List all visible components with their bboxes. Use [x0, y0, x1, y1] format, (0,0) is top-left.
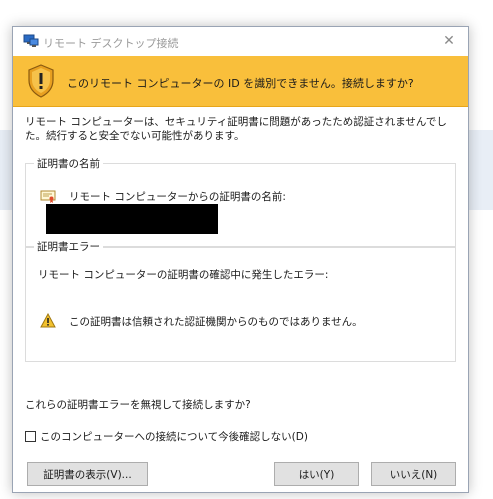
title-bar[interactable]: リモート デスクトップ接続 ✕: [13, 27, 468, 56]
certificate-error-group: 証明書エラー リモート コンピューターの証明書の確認中に発生したエラー: この証…: [25, 239, 456, 362]
dont-ask-again-label: このコンピューターへの接続について今後確認しない(D): [40, 431, 308, 443]
close-button[interactable]: ✕: [438, 31, 460, 51]
ignore-errors-question: これらの証明書エラーを無視して接続しますか?: [25, 399, 251, 411]
warning-shield-icon: [28, 64, 54, 98]
certificate-name-label: リモート コンピューターからの証明書の名前:: [69, 191, 286, 203]
view-certificate-button[interactable]: 証明書の表示(V)...: [27, 462, 148, 486]
dont-ask-again-option[interactable]: このコンピューターへの接続について今後確認しない(D): [25, 429, 308, 444]
error-message: この証明書は信頼された認証機関からのものではありません。: [69, 316, 363, 328]
intro-text: リモート コンピューターは、セキュリティ証明書に問題があったため認証されませんで…: [25, 116, 447, 142]
no-button[interactable]: いいえ(N): [371, 462, 456, 486]
warning-triangle-icon: [40, 313, 56, 328]
remote-desktop-icon: [23, 34, 39, 47]
dialog-content: リモート コンピューターは、セキュリティ証明書に問題があったため認証されませんで…: [13, 107, 468, 492]
close-icon: ✕: [443, 33, 455, 49]
banner-message: このリモート コンピューターの ID を識別できません。接続しますか?: [67, 77, 414, 90]
certificate-name-value-redacted: [46, 204, 218, 234]
rdp-security-dialog: リモート デスクトップ接続 ✕ このリモート コンピューターの ID を識別でき…: [12, 26, 469, 493]
yes-button[interactable]: はい(Y): [274, 462, 359, 486]
error-group-title: 証明書エラー: [34, 239, 103, 254]
dont-ask-again-checkbox[interactable]: [25, 431, 36, 442]
error-description: リモート コンピューターの証明書の確認中に発生したエラー:: [38, 269, 329, 281]
warning-banner: このリモート コンピューターの ID を識別できません。接続しますか?: [13, 56, 468, 107]
certificate-group-title: 証明書の名前: [34, 156, 103, 171]
window-title: リモート デスクトップ接続: [43, 37, 179, 50]
certificate-name-group: 証明書の名前 リモート コンピューターからの証明書の名前:: [25, 156, 456, 247]
error-group-border: [26, 247, 455, 361]
certificate-icon: [40, 190, 56, 203]
